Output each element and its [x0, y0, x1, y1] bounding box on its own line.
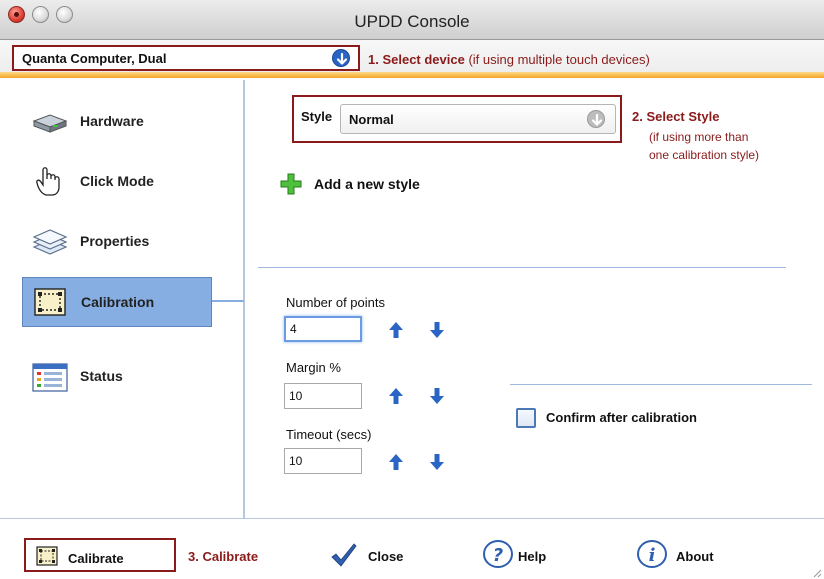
calibration-icon: [36, 546, 58, 566]
style-selection-box: Style Normal: [292, 95, 622, 143]
select-device-step: 1. Select device: [368, 52, 465, 67]
device-select-value: Quanta Computer, Dual: [22, 51, 167, 66]
device-select[interactable]: Quanta Computer, Dual: [12, 45, 360, 71]
calibration-icon: [31, 286, 71, 320]
window-title: UPDD Console: [354, 12, 470, 31]
margin-increase-button[interactable]: [386, 386, 406, 406]
style-select[interactable]: Normal: [340, 104, 616, 134]
points-label: Number of points: [286, 295, 385, 310]
checkmark-icon: [330, 542, 358, 573]
margin-decrease-button[interactable]: [427, 386, 447, 406]
margin-label: Margin %: [286, 360, 341, 375]
close-label: Close: [368, 549, 404, 564]
device-bar: Quanta Computer, Dual 1. Select device (…: [0, 40, 824, 78]
svg-text:i: i: [649, 545, 656, 566]
footer-divider: [0, 518, 824, 519]
checkbox-box[interactable]: [516, 408, 536, 428]
chevron-down-icon[interactable]: [587, 110, 605, 128]
svg-text:?: ?: [493, 545, 503, 566]
points-input[interactable]: [284, 316, 362, 342]
timeout-label: Timeout (secs): [286, 427, 372, 442]
style-select-value: Normal: [349, 112, 394, 127]
title-bar: UPDD Console: [0, 0, 824, 40]
sidebar-item-properties[interactable]: Properties: [22, 217, 212, 267]
select-style-hint-line2: one calibration style): [649, 148, 760, 162]
timeout-increase-button[interactable]: [386, 452, 406, 472]
about-button[interactable]: i About: [636, 538, 736, 572]
sidebar-item-calibration[interactable]: Calibration: [22, 277, 212, 327]
status-list-icon: [30, 360, 70, 394]
sidebar-item-label: Click Mode: [80, 173, 154, 189]
calibrate-button[interactable]: Calibrate: [24, 538, 176, 572]
layers-icon: [30, 225, 70, 259]
add-style-button[interactable]: Add a new style: [278, 170, 438, 196]
info-icon: i: [636, 539, 668, 574]
plus-icon: [280, 173, 302, 195]
timeout-decrease-button[interactable]: [427, 452, 447, 472]
points-decrease-button[interactable]: [427, 320, 447, 340]
about-label: About: [676, 549, 714, 564]
confirm-label: Confirm after calibration: [546, 410, 697, 425]
select-device-note: 1. Select device (if using multiple touc…: [368, 52, 650, 67]
hardware-icon: [30, 105, 70, 139]
add-style-label: Add a new style: [314, 176, 420, 192]
help-icon: ?: [482, 539, 514, 574]
sidebar-item-hardware[interactable]: Hardware: [22, 97, 212, 147]
resize-grip-icon[interactable]: [810, 565, 822, 578]
calibrate-label: Calibrate: [68, 551, 124, 566]
close-button[interactable]: Close: [330, 538, 420, 572]
sidebar-item-label: Properties: [80, 233, 150, 249]
margin-input[interactable]: [284, 383, 362, 409]
select-style-step: 2. Select Style: [632, 109, 720, 124]
select-device-hint: (if using multiple touch devices): [468, 52, 650, 67]
timeout-input[interactable]: [284, 448, 362, 474]
points-increase-button[interactable]: [386, 320, 406, 340]
sidebar-item-click-mode[interactable]: Click Mode: [22, 157, 212, 207]
sidebar-item-label: Calibration: [81, 294, 155, 310]
confirm-divider: [510, 384, 812, 385]
help-button[interactable]: ? Help: [480, 538, 570, 572]
active-item-connector: [212, 300, 244, 302]
hand-pointer-icon: [30, 165, 70, 199]
sidebar-item-label: Status: [80, 368, 123, 384]
sidebar-item-status[interactable]: Status: [22, 352, 212, 402]
select-style-hint-line1: (if using more than: [649, 130, 749, 144]
help-label: Help: [518, 549, 547, 564]
sidebar-item-label: Hardware: [80, 113, 144, 129]
sidebar-divider: [243, 80, 245, 518]
style-label: Style: [301, 109, 333, 124]
chevron-down-icon[interactable]: [332, 49, 350, 67]
calibrate-step-note: 3. Calibrate: [188, 549, 259, 564]
section-divider: [258, 267, 786, 268]
confirm-after-calibration-checkbox[interactable]: Confirm after calibration: [516, 406, 776, 428]
